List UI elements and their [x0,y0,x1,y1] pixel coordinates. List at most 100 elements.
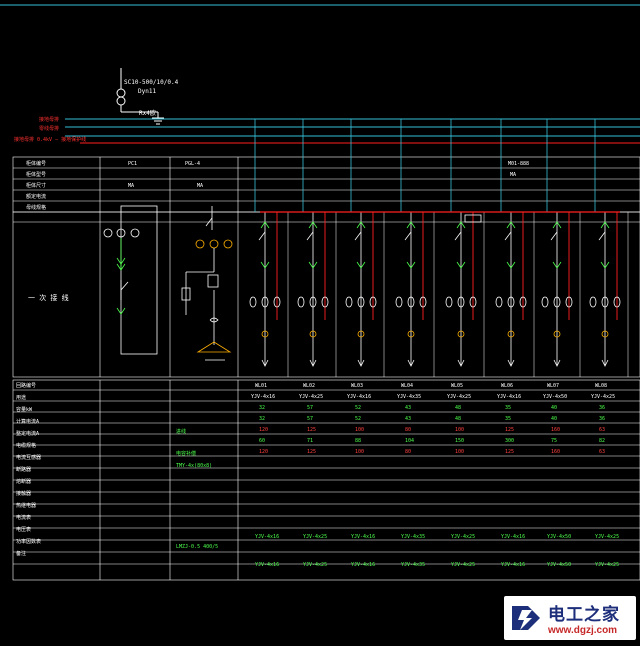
bottom-row-label: 电缆规格 [16,442,36,449]
watermark-title: 电工之家 [548,605,620,625]
feeder-kw: 36 [599,405,605,411]
header-row-label: 母线规格 [26,204,46,211]
feeder-column [541,119,581,377]
feeder-spec-2: YJV-4x16 [351,534,375,540]
feeder-green-value: 88 [355,438,361,444]
feeder-spec-3: YJV-4x16 [351,562,375,568]
feeder-spec: YJV-4x25 [447,394,471,400]
bottom-row-label: 接触器 [16,490,31,497]
main-section-label: 一 次 接 线 [28,293,69,302]
feeder-amps: 63 [599,427,605,433]
bottom-row-label: 热继电器 [16,502,36,509]
bottom-row-label: 备注 [16,550,26,557]
feeder-column [445,119,485,377]
feeder-spec-2: YJV-4x16 [255,534,279,540]
feeder-spec: YJV-4x16 [347,394,371,400]
feeder-kw-2: 48 [455,416,461,422]
site-watermark: 电工之家 www.dgzj.com [504,596,636,640]
header-row-labels: 柜体编号柜体型号柜体尺寸额定电流母线规格 [26,160,46,211]
feeder-spec: YJV-4x16 [251,394,275,400]
feeder-spec: YJV-4x25 [299,394,323,400]
feeder-spec-2: YJV-4x25 [595,534,619,540]
bus-lines [0,4,640,144]
feeder-kw: 52 [355,405,361,411]
feeder-amps: 125 [505,427,514,433]
feeder-spec: YJV-4x35 [397,394,421,400]
bus-label-1: 接地母排 [39,116,59,123]
feeder-column [345,119,385,377]
feeder-label: WL08 [595,383,607,389]
feeder-spec: YJV-4x25 [591,394,615,400]
feeder-amps: 100 [355,427,364,433]
header-row-label: 额定电流 [26,193,46,200]
bottom-row-label: 断路器 [16,466,31,473]
bottom-row-label: 电流表 [16,514,31,521]
feeder-kw: 43 [405,405,411,411]
mid-text-1: 进线 [176,428,186,435]
header-row-label: 柜体编号 [26,160,46,167]
feeder-spec-3: YJV-4x16 [501,562,525,568]
feeder-spec-2: YJV-4x50 [547,534,571,540]
feeder-column [249,119,289,377]
feeder-columns [249,119,629,377]
feeder-amps-2: 125 [505,449,514,455]
feeder-amps-2: 125 [307,449,316,455]
feeder-green-value: 60 [259,438,265,444]
feeder-spec-2: YJV-4x25 [303,534,327,540]
mid-text-3: TMY-4x(80x8) [176,463,212,469]
feeder-kw-2: 52 [355,416,361,422]
header-cell: MA [197,183,203,189]
bottom-row-labels: 回路编号用途容量kW 计算电流A 整定电流A 电缆规格电流互感器断路器熔断器接触器热继… [16,382,41,557]
feeder-label: WL06 [501,383,513,389]
header-grid [12,156,640,213]
feeder-kw: 57 [307,405,313,411]
incomer-column [103,205,158,355]
feeder-amps-2: 120 [259,449,268,455]
feeder-spec-3: YJV-4x50 [547,562,571,568]
feeder-amps-2: 63 [599,449,605,455]
feeder-amps: 80 [405,427,411,433]
feeder-amps-2: 80 [405,449,411,455]
transformer-vector-group: Dyn11 [138,88,156,95]
feeder-amps: 125 [307,427,316,433]
transformer-model: SC10-500/10/0.4 [124,79,179,86]
feeder-green-value: 71 [307,438,313,444]
feeder-kw-2: 35 [505,416,511,422]
feeder-label: WL01 [255,383,267,389]
header-cell: MA [128,183,134,189]
feeder-column [589,119,629,377]
feeder-kw: 40 [551,405,557,411]
bottom-row-label: 功率因数表 [16,538,41,545]
feeder-kw: 32 [259,405,265,411]
feeder-green-value: 150 [455,438,464,444]
feeder-label: WL07 [547,383,559,389]
feeder-spec-2: YJV-4x35 [401,534,425,540]
header-cell: PGL-4 [185,161,200,167]
bottom-row-label: 用途 [16,394,26,401]
feeder-amps-2: 100 [355,449,364,455]
mid-text-2: 电容补偿 [176,450,196,457]
feeder-kw-2: 36 [599,416,605,422]
feeder-label: WL03 [351,383,363,389]
bottom-row-label: 计算电流A [16,418,39,425]
bottom-row-label: 整定电流A [16,430,39,437]
header-cell: M01-888 [508,161,529,167]
feeder-spec-3: YJV-4x16 [255,562,279,568]
electrical-drawing: SC10-500/10/0.4 Dyn11 Rx4欧 接地母排 零线母排 接地母… [0,4,640,581]
bus-label-2: 零线母排 [39,125,59,132]
feeder-green-value: 300 [505,438,514,444]
feeder-spec-3: YJV-4x35 [401,562,425,568]
bottom-row-label: 回路编号 [16,382,36,389]
header-cells: PC1 PGL-4 M01-888 MA MA MA [128,161,529,189]
mid-text-4: LMZJ-0.5 400/5 [176,544,218,550]
feeder-amps: 100 [455,427,464,433]
feeder-amps-2: 160 [551,449,560,455]
feeder-amps: 120 [259,427,268,433]
header-cell: PC1 [128,161,137,167]
capacitor-column [181,206,233,361]
feeder-spec-3: YJV-4x25 [451,562,475,568]
feeder-kw-2: 57 [307,416,313,422]
feeder-spec: YJV-4x50 [543,394,567,400]
feeder-green-value: 82 [599,438,605,444]
header-cell: MA [510,172,516,178]
